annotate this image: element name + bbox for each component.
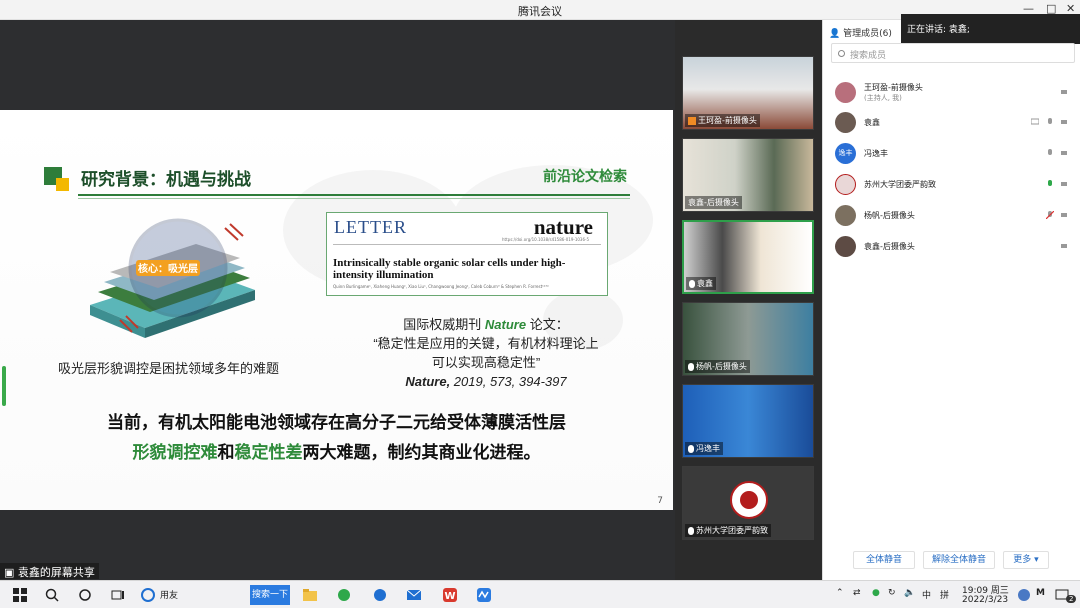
- letter-authors: Quinn Burlingame¹, Xiaheng Huang², Xiao …: [333, 284, 549, 289]
- member-row[interactable]: 杨帆-后摄像头: [833, 203, 1073, 229]
- video-off-icon[interactable]: [1061, 242, 1069, 250]
- ime-indicator[interactable]: 中: [922, 588, 931, 601]
- letter-type: LETTER: [334, 217, 407, 237]
- video-off-icon[interactable]: [1061, 149, 1069, 157]
- windows-start-icon[interactable]: [12, 587, 28, 603]
- member-row[interactable]: 袁鑫: [833, 110, 1073, 136]
- member-panel-header[interactable]: 👤 管理成员(6): [829, 26, 892, 39]
- speaking-indicator: 正在讲话: 袁鑫;: [901, 14, 1080, 44]
- video-off-icon[interactable]: [1061, 211, 1069, 219]
- nature-quote: 国际权威期刊 Nature 论文： “稳定性是应用的关键，有机材料理论上 可以实…: [373, 317, 599, 389]
- tray-app-icon[interactable]: ●: [872, 588, 880, 598]
- mail-icon[interactable]: [406, 587, 422, 603]
- nature-letter-thumbnail: LETTER nature https://doi.org/10.1038/s4…: [326, 212, 608, 296]
- video-icon[interactable]: [1061, 118, 1069, 126]
- mic-active-icon[interactable]: [1046, 180, 1054, 188]
- avatar: [835, 112, 856, 133]
- solar-cell-illustration: 核心：吸光层: [90, 218, 255, 338]
- taskbar-date[interactable]: 2022/3/23: [962, 595, 1008, 605]
- wps-icon[interactable]: W: [442, 587, 458, 603]
- mic-icon: [689, 279, 695, 288]
- screen-share-label: ▣ 袁鑫的屏幕共享: [0, 563, 99, 579]
- file-explorer-icon[interactable]: [302, 587, 318, 603]
- video-tile[interactable]: 王珂盈-前摄像头: [682, 56, 814, 130]
- cortana-icon[interactable]: [77, 587, 93, 603]
- member-row[interactable]: 苏州大学团委严韵致: [833, 172, 1073, 198]
- avatar: [835, 82, 856, 103]
- letter-doi: https://doi.org/10.1038/s41586-019-1036-…: [501, 237, 589, 242]
- member-row[interactable]: 袁鑫-后摄像头: [833, 234, 1073, 260]
- tray-network-icon[interactable]: ⇄: [853, 588, 861, 598]
- more-button[interactable]: 更多 ▾: [1003, 551, 1049, 569]
- user-avatar-icon[interactable]: [1016, 587, 1032, 603]
- video-off-icon[interactable]: [1061, 88, 1069, 96]
- avatar: [835, 236, 856, 257]
- wechat-icon[interactable]: [336, 587, 352, 603]
- slide-section-tag: 前沿论文检索: [543, 168, 627, 184]
- tray-m-icon[interactable]: M: [1036, 588, 1045, 598]
- share-screen-icon[interactable]: [1031, 118, 1039, 126]
- presentation-slide: 研究背景：机遇与挑战 前沿论文检索 核心：吸光层 吸光层形貌调控是困扰领域多年的…: [0, 110, 673, 510]
- unmute-all-button[interactable]: 解除全体静音: [923, 551, 995, 569]
- mic-icon: [688, 362, 694, 371]
- avatar: [835, 174, 856, 195]
- mic-icon[interactable]: [1046, 149, 1054, 157]
- title-divider-thin: [78, 198, 630, 199]
- video-off-icon[interactable]: [1061, 180, 1069, 188]
- member-panel: 👤 管理成员(6) 正在讲话: 袁鑫; 搜索成员 王珂盈-前摄像头 (主持人, …: [822, 14, 1080, 580]
- ime-mode-indicator[interactable]: 拼: [940, 588, 949, 601]
- mic-muted-icon[interactable]: [1046, 211, 1054, 219]
- video-tile[interactable]: 冯逸丰: [682, 384, 814, 458]
- tencent-meeting-icon[interactable]: [476, 587, 492, 603]
- slide-title: 研究背景：机遇与挑战: [81, 170, 251, 189]
- volume-indicator: [2, 366, 6, 406]
- mic-icon[interactable]: [1046, 118, 1054, 126]
- mic-icon: [688, 526, 694, 535]
- mute-all-button[interactable]: 全体静音: [853, 551, 915, 569]
- windows-taskbar: 用友 搜索一下 W ⌃ ⇄ ● ↻ 🔈 中 拼 19:09 周三 2022/3/…: [0, 580, 1080, 608]
- taskbar-app-label[interactable]: 用友: [160, 588, 178, 601]
- slide-logo-accent: [56, 178, 69, 191]
- notification-count: 2: [1066, 595, 1077, 603]
- letter-paper-title: Intrinsically stable organic solar cells…: [333, 257, 566, 281]
- member-row[interactable]: 逸丰 冯逸丰: [833, 141, 1073, 167]
- ie-browser-icon[interactable]: [140, 587, 156, 603]
- device-caption: 吸光层形貌调控是困扰领域多年的难题: [58, 361, 280, 376]
- video-tile[interactable]: 苏州大学团委严韵致: [682, 466, 814, 540]
- tray-volume-icon[interactable]: 🔈: [904, 588, 915, 598]
- task-view-icon[interactable]: [110, 587, 126, 603]
- video-tile[interactable]: 杨帆-后摄像头: [682, 302, 814, 376]
- tray-sync-icon[interactable]: ↻: [888, 588, 896, 598]
- search-icon: [838, 50, 845, 57]
- mic-icon: [688, 444, 694, 453]
- tray-chevron-icon[interactable]: ⌃: [836, 588, 844, 598]
- slide-page-number: 7: [657, 496, 663, 506]
- slide-summary-line1: 当前，有机太阳能电池领域存在高分子二元给受体薄膜活性层: [107, 413, 566, 432]
- core-layer-label: 核心：吸光层: [138, 262, 198, 275]
- host-icon: [688, 116, 696, 125]
- title-divider: [78, 194, 630, 196]
- search-icon[interactable]: [44, 587, 60, 603]
- avatar: [835, 205, 856, 226]
- taskbar-search-button[interactable]: 搜索一下: [250, 585, 290, 605]
- video-tile-active-speaker[interactable]: 袁鑫: [682, 220, 814, 294]
- video-tile[interactable]: 袁鑫-后摄像头: [682, 138, 814, 212]
- member-row[interactable]: 王珂盈-前摄像头 (主持人, 我): [833, 80, 1073, 106]
- screen-share-stage: 研究背景：机遇与挑战 前沿论文检索 核心：吸光层 吸光层形貌调控是困扰领域多年的…: [0, 20, 675, 580]
- university-emblem-icon: [730, 481, 768, 519]
- edge-icon[interactable]: [372, 587, 388, 603]
- svg-text:W: W: [444, 591, 455, 602]
- video-strip: 王珂盈-前摄像头 袁鑫-后摄像头 袁鑫 杨帆-后摄像头 冯逸丰 苏州大学团委严韵…: [675, 20, 822, 580]
- member-search-input[interactable]: 搜索成员: [831, 43, 1075, 63]
- avatar: 逸丰: [835, 143, 856, 164]
- slide-summary-line2: 形貌调控难和稳定性差两大难题，制约其商业化进程。: [132, 443, 541, 462]
